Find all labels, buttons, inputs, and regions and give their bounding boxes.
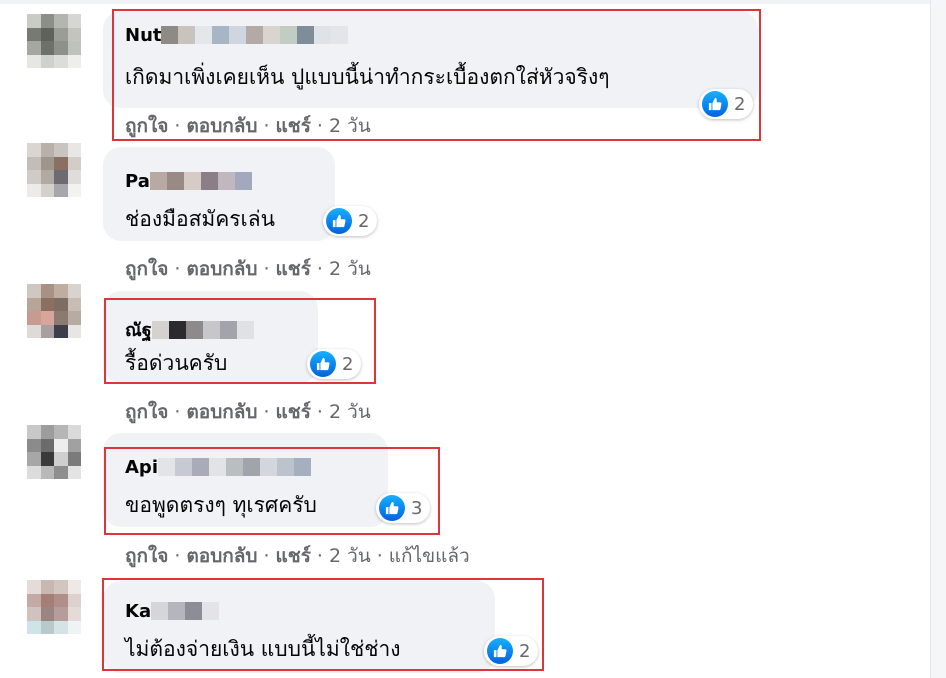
comment-actions: ถูกใจ · ตอบกลับ · แชร์ · 2 วัน — [125, 401, 371, 423]
comment-bubble: Ka ไม่ต้องจ่ายเงิน แบบนี้ไม่ใช่ช่าง — [103, 581, 495, 673]
comment-bubble: Pa ช่องมือสมัครเล่น — [103, 147, 335, 241]
comment-author[interactable]: Nut — [125, 25, 349, 46]
comment-bubble: Nut เกิดมาเพิ่งเคยเห็น ปูแบบนี้น่าทำกระเ… — [103, 11, 758, 108]
reaction-count: 3 — [411, 497, 423, 519]
reaction-summary[interactable]: 2 — [307, 349, 362, 379]
redacted-name — [149, 172, 252, 190]
like-button[interactable]: ถูกใจ — [125, 545, 168, 567]
comment-text: เกิดมาเพิ่งเคยเห็น ปูแบบนี้น่าทำกระเบื้อ… — [125, 65, 610, 89]
comment-bubble: ณัฐ รื้อด่วนครับ — [103, 291, 318, 383]
reaction-summary[interactable]: 2 — [323, 206, 378, 236]
share-button[interactable]: แชร์ — [276, 258, 311, 280]
share-button[interactable]: แชร์ — [276, 115, 311, 137]
comment-author[interactable]: ณัฐ — [125, 315, 254, 344]
comment-text: รื้อด่วนครับ — [125, 351, 228, 375]
reaction-summary[interactable]: 2 — [484, 636, 539, 666]
timestamp[interactable]: 2 วัน — [329, 545, 371, 567]
thumbs-up-icon — [310, 351, 336, 377]
avatar[interactable] — [27, 580, 81, 634]
redacted-name — [161, 26, 349, 44]
comment-author[interactable]: Ka — [125, 601, 220, 622]
timestamp[interactable]: 2 วัน — [329, 115, 371, 137]
comment-text: ไม่ต้องจ่ายเงิน แบบนี้ไม่ใช่ช่าง — [125, 637, 401, 661]
reaction-count: 2 — [342, 353, 354, 375]
like-button[interactable]: ถูกใจ — [125, 258, 168, 280]
comment-bubble: Api ขอพูดตรงๆ ทุเรศครับ — [103, 433, 388, 527]
share-button[interactable]: แชร์ — [276, 401, 311, 423]
thumbs-up-icon — [379, 495, 405, 521]
reply-button[interactable]: ตอบกลับ — [186, 115, 257, 137]
comment-actions: ถูกใจ · ตอบกลับ · แชร์ · 2 วัน — [125, 115, 371, 137]
reply-button[interactable]: ตอบกลับ — [186, 258, 257, 280]
like-button[interactable]: ถูกใจ — [125, 115, 168, 137]
avatar[interactable] — [27, 143, 81, 197]
reaction-summary[interactable]: 3 — [376, 493, 431, 523]
reaction-count: 2 — [734, 93, 746, 115]
scrollbar-track[interactable] — [930, 0, 946, 678]
redacted-name — [151, 321, 254, 339]
like-button[interactable]: ถูกใจ — [125, 401, 168, 423]
comment-actions: ถูกใจ · ตอบกลับ · แชร์ · 2 วัน · แก้ไขแล้ว — [125, 545, 470, 567]
comment-text: ขอพูดตรงๆ ทุเรศครับ — [125, 493, 317, 517]
reaction-count: 2 — [519, 640, 531, 662]
redacted-name — [158, 458, 311, 476]
thumbs-up-icon — [326, 208, 352, 234]
avatar[interactable] — [27, 425, 81, 479]
edited-label: แก้ไขแล้ว — [388, 545, 470, 567]
top-divider — [0, 0, 930, 4]
timestamp[interactable]: 2 วัน — [329, 401, 371, 423]
comment-author[interactable]: Api — [125, 457, 311, 478]
reaction-count: 2 — [358, 210, 370, 232]
avatar[interactable] — [27, 284, 81, 338]
share-button[interactable]: แชร์ — [276, 545, 311, 567]
comment-text: ช่องมือสมัครเล่น — [125, 207, 275, 231]
redacted-name — [151, 602, 220, 620]
comment-author[interactable]: Pa — [125, 171, 252, 192]
thumbs-up-icon — [702, 91, 728, 117]
reply-button[interactable]: ตอบกลับ — [186, 401, 257, 423]
avatar[interactable] — [27, 14, 81, 68]
thumbs-up-icon — [487, 638, 513, 664]
reaction-summary[interactable]: 2 — [699, 89, 754, 119]
reply-button[interactable]: ตอบกลับ — [186, 545, 257, 567]
timestamp[interactable]: 2 วัน — [329, 258, 371, 280]
comment-actions: ถูกใจ · ตอบกลับ · แชร์ · 2 วัน — [125, 258, 371, 280]
